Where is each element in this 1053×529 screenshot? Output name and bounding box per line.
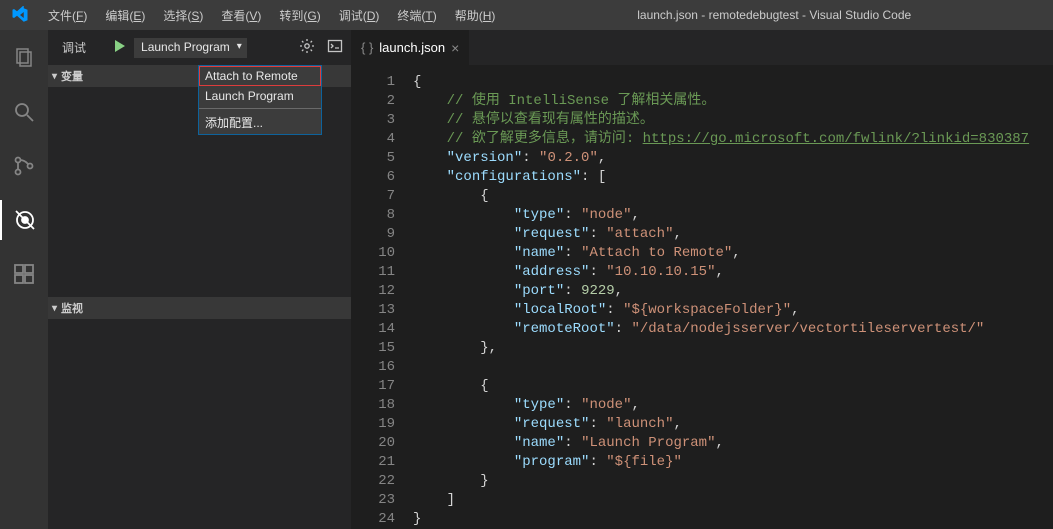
- line-number: 3: [351, 111, 395, 130]
- json-file-icon: { }: [361, 40, 373, 55]
- code-line[interactable]: // 欲了解更多信息，请访问: https://go.microsoft.com…: [413, 130, 1029, 149]
- source-control-icon[interactable]: [0, 146, 48, 186]
- editor-tabs: { } launch.json ×: [351, 30, 1053, 65]
- debug-config-selected: Launch Program: [141, 40, 230, 54]
- line-number: 12: [351, 282, 395, 301]
- menu-item[interactable]: 编辑(E): [97, 3, 153, 28]
- code-line[interactable]: "localRoot": "${workspaceFolder}",: [413, 301, 1029, 320]
- debug-sidebar: 调试 Launch Program Attach to RemoteLaunch…: [48, 30, 351, 529]
- start-debug-button[interactable]: [112, 38, 128, 57]
- code-line[interactable]: "remoteRoot": "/data/nodejsserver/vector…: [413, 320, 1029, 339]
- menu-item[interactable]: 转到(G): [271, 3, 328, 28]
- chevron-down-icon: ▾: [52, 303, 57, 314]
- close-icon[interactable]: ×: [451, 40, 459, 56]
- window-title: launch.json - remotedebugtest - Visual S…: [503, 8, 1045, 22]
- line-number: 4: [351, 130, 395, 149]
- code-line[interactable]: "port": 9229,: [413, 282, 1029, 301]
- dropdown-item[interactable]: Attach to Remote: [199, 66, 321, 86]
- code-line[interactable]: "type": "node",: [413, 396, 1029, 415]
- code-line[interactable]: "version": "0.2.0",: [413, 149, 1029, 168]
- line-number-gutter: 123456789101112131415161718192021222324: [351, 65, 413, 529]
- line-number: 6: [351, 168, 395, 187]
- dropdown-separator: [199, 108, 321, 109]
- line-number: 13: [351, 301, 395, 320]
- line-number: 16: [351, 358, 395, 377]
- debug-config-select[interactable]: Launch Program: [134, 38, 247, 58]
- code-line[interactable]: "name": "Attach to Remote",: [413, 244, 1029, 263]
- dropdown-add-config[interactable]: 添加配置...: [199, 111, 321, 134]
- line-number: 11: [351, 263, 395, 282]
- code-line[interactable]: "request": "attach",: [413, 225, 1029, 244]
- watch-section-header[interactable]: ▾ 监视: [48, 297, 351, 319]
- menu-item[interactable]: 文件(F): [40, 3, 95, 28]
- extensions-icon[interactable]: [0, 254, 48, 294]
- code-line[interactable]: }: [413, 472, 1029, 491]
- vscode-logo-icon: [8, 3, 32, 27]
- watch-label: 监视: [61, 300, 83, 316]
- line-number: 18: [351, 396, 395, 415]
- dropdown-item[interactable]: Launch Program: [199, 86, 321, 106]
- line-number: 20: [351, 434, 395, 453]
- line-number: 22: [351, 472, 395, 491]
- variables-label: 变量: [61, 68, 83, 84]
- menu-item[interactable]: 终端(T): [389, 3, 444, 28]
- code-line[interactable]: {: [413, 377, 1029, 396]
- line-number: 15: [351, 339, 395, 358]
- code-line[interactable]: }: [413, 510, 1029, 529]
- tab-launch-json[interactable]: { } launch.json ×: [351, 30, 470, 65]
- line-number: 9: [351, 225, 395, 244]
- line-number: 7: [351, 187, 395, 206]
- explorer-icon[interactable]: [0, 38, 48, 78]
- code-line[interactable]: {: [413, 73, 1029, 92]
- tab-label: launch.json: [379, 40, 445, 55]
- line-number: 1: [351, 73, 395, 92]
- menu-item[interactable]: 查看(V): [213, 3, 269, 28]
- line-number: 8: [351, 206, 395, 225]
- line-number: 24: [351, 510, 395, 529]
- search-icon[interactable]: [0, 92, 48, 132]
- code-line[interactable]: ]: [413, 491, 1029, 510]
- line-number: 5: [351, 149, 395, 168]
- titlebar: 文件(F)编辑(E)选择(S)查看(V)转到(G)调试(D)终端(T)帮助(H)…: [0, 0, 1053, 30]
- line-number: 10: [351, 244, 395, 263]
- code-line[interactable]: // 悬停以查看现有属性的描述。: [413, 111, 1029, 130]
- line-number: 23: [351, 491, 395, 510]
- code-line[interactable]: "configurations": [: [413, 168, 1029, 187]
- gear-icon[interactable]: [299, 38, 315, 57]
- sidebar-title: 调试: [62, 39, 86, 56]
- code-line[interactable]: // 使用 IntelliSense 了解相关属性。: [413, 92, 1029, 111]
- debug-toolbar: 调试 Launch Program: [48, 30, 351, 65]
- code-line[interactable]: },: [413, 339, 1029, 358]
- editor-area: { } launch.json × 1234567891011121314151…: [351, 30, 1053, 529]
- activity-bar: [0, 30, 48, 529]
- menu-bar: 文件(F)编辑(E)选择(S)查看(V)转到(G)调试(D)终端(T)帮助(H): [40, 3, 503, 28]
- watch-section-body: [48, 319, 351, 529]
- code-line[interactable]: "address": "10.10.10.15",: [413, 263, 1029, 282]
- debug-config-dropdown[interactable]: Attach to RemoteLaunch Program 添加配置...: [198, 65, 322, 135]
- line-number: 14: [351, 320, 395, 339]
- debug-console-icon[interactable]: [327, 38, 343, 57]
- line-number: 21: [351, 453, 395, 472]
- menu-item[interactable]: 调试(D): [331, 3, 388, 28]
- code-line[interactable]: "type": "node",: [413, 206, 1029, 225]
- line-number: 19: [351, 415, 395, 434]
- code-line[interactable]: "name": "Launch Program",: [413, 434, 1029, 453]
- menu-item[interactable]: 帮助(H): [447, 3, 504, 28]
- editor-body[interactable]: 123456789101112131415161718192021222324 …: [351, 65, 1053, 529]
- code-line[interactable]: [413, 358, 1029, 377]
- chevron-down-icon: ▾: [52, 71, 57, 82]
- code-line[interactable]: "request": "launch",: [413, 415, 1029, 434]
- code-line[interactable]: "program": "${file}": [413, 453, 1029, 472]
- code-content[interactable]: { // 使用 IntelliSense 了解相关属性。 // 悬停以查看现有属…: [413, 65, 1029, 529]
- debug-icon[interactable]: [0, 200, 48, 240]
- line-number: 2: [351, 92, 395, 111]
- line-number: 17: [351, 377, 395, 396]
- menu-item[interactable]: 选择(S): [155, 3, 211, 28]
- code-line[interactable]: {: [413, 187, 1029, 206]
